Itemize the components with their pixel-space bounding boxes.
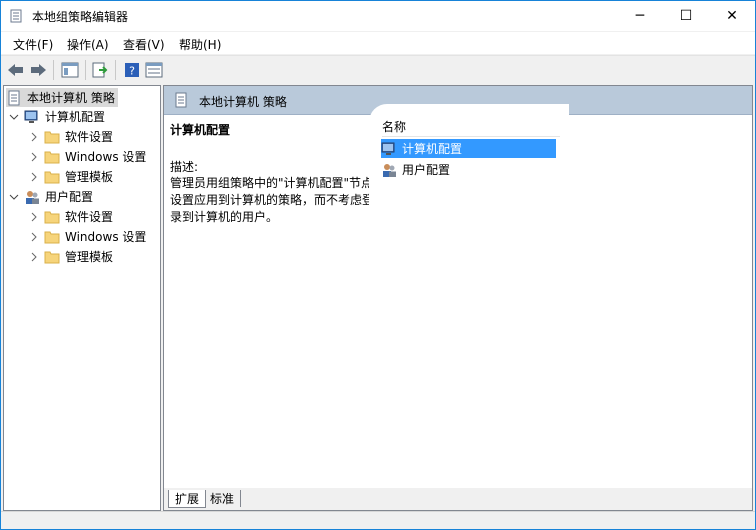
maximize-button[interactable]: ☐ (663, 1, 709, 31)
details-header-title: 本地计算机 策略 (199, 95, 287, 109)
computer-icon (381, 141, 397, 157)
view-tabs: 扩展 标准 (164, 488, 752, 510)
items-list: 名称 计算机配置 用户配置 (369, 104, 569, 424)
tree-item-label: Windows 设置 (65, 230, 147, 244)
app-window: 本地组策略编辑器 ─ ☐ ✕ 文件(F) 操作(A) 查看(V) 帮助(H) ?… (0, 0, 756, 530)
column-header-name[interactable]: 名称 (382, 118, 406, 135)
toolbar-separator (85, 60, 86, 80)
toolbar-separator (53, 60, 54, 80)
list-item-user-config[interactable]: 用户配置 (381, 160, 556, 179)
tree-pane: 本地计算机 策略 计算机配置 软件设置 Windows 设置 管理模板 用户配置… (3, 85, 161, 511)
tree-item-software-settings[interactable]: 软件设置 (28, 207, 113, 226)
tree-item-admin-templates[interactable]: 管理模板 (28, 247, 113, 266)
tree-item-label: 软件设置 (65, 130, 114, 144)
folder-icon (44, 169, 60, 185)
close-button[interactable]: ✕ (709, 1, 755, 31)
chevron-down-icon[interactable] (8, 111, 20, 123)
toolbar-separator (115, 60, 116, 80)
close-icon: ✕ (726, 8, 738, 24)
selected-item-title: 计算机配置 (170, 123, 231, 137)
folder-icon (44, 209, 60, 225)
tree-item-label: 用户配置 (45, 190, 94, 204)
users-icon (381, 162, 397, 178)
menu-action[interactable]: 操作(A) (67, 36, 109, 53)
minimize-button[interactable]: ─ (617, 1, 663, 31)
chevron-right-icon[interactable] (28, 131, 40, 143)
column-divider (382, 136, 560, 137)
folder-icon (44, 249, 60, 265)
description-label: 描述: (170, 160, 199, 174)
tree-item-windows-settings[interactable]: Windows 设置 (28, 147, 146, 166)
tree-item-label: Windows 设置 (65, 150, 147, 164)
folder-icon (44, 129, 60, 145)
menu-help[interactable]: 帮助(H) (179, 36, 221, 53)
show-hide-tree-icon[interactable] (61, 61, 79, 79)
tree-item-admin-templates[interactable]: 管理模板 (28, 167, 113, 186)
title-bar[interactable]: 本地组策略编辑器 ─ ☐ ✕ (1, 1, 755, 31)
policy-editor-app-icon (9, 9, 23, 23)
tab-extended[interactable]: 扩展 (168, 490, 207, 508)
chevron-right-icon[interactable] (28, 211, 40, 223)
chevron-right-icon[interactable] (28, 251, 40, 263)
list-item-label: 用户配置 (402, 163, 451, 177)
list-item-label: 计算机配置 (402, 142, 463, 156)
export-list-icon[interactable] (91, 61, 109, 79)
tab-standard[interactable]: 标准 (204, 490, 242, 507)
tree-item-windows-settings[interactable]: Windows 设置 (28, 227, 146, 246)
folder-icon (44, 149, 60, 165)
menu-view[interactable]: 查看(V) (123, 36, 165, 53)
chevron-right-icon[interactable] (28, 231, 40, 243)
toolbar: ? (1, 55, 755, 84)
tree-root-label: 本地计算机 策略 (27, 91, 115, 105)
chevron-right-icon[interactable] (28, 171, 40, 183)
tree-item-user-config[interactable]: 用户配置 (8, 187, 93, 206)
details-pane: 本地计算机 策略 计算机配置 描述: 管理员用组策略中的"计算机配置"节点设置应… (163, 85, 753, 511)
properties-icon[interactable] (145, 61, 163, 79)
minimize-icon: ─ (635, 8, 645, 24)
svg-text:?: ? (129, 65, 135, 78)
policy-document-icon (6, 90, 22, 106)
list-item-computer-config[interactable]: 计算机配置 (381, 139, 556, 158)
tree-item-label: 管理模板 (65, 170, 114, 184)
menu-file[interactable]: 文件(F) (13, 36, 53, 53)
chevron-right-icon[interactable] (28, 151, 40, 163)
tree-item-label: 软件设置 (65, 210, 114, 224)
policy-document-icon (174, 92, 190, 108)
tree-item-software-settings[interactable]: 软件设置 (28, 127, 113, 146)
forward-icon[interactable] (29, 61, 47, 79)
tree-root-local-computer-policy[interactable]: 本地计算机 策略 (6, 88, 118, 107)
tree-item-label: 管理模板 (65, 250, 114, 264)
help-icon[interactable]: ? (123, 61, 141, 79)
status-bar (1, 511, 755, 529)
tree-item-computer-config[interactable]: 计算机配置 (8, 107, 105, 126)
computer-icon (24, 109, 40, 125)
chevron-down-icon[interactable] (8, 191, 20, 203)
folder-icon (44, 229, 60, 245)
back-icon[interactable] (7, 61, 25, 79)
window-title: 本地组策略编辑器 (32, 10, 129, 24)
tree-item-label: 计算机配置 (45, 110, 106, 124)
description-text: 管理员用组策略中的"计算机配置"节点设置应用到计算机的策略，而不考虑登录到计算机… (170, 176, 375, 224)
menu-bar: 文件(F) 操作(A) 查看(V) 帮助(H) (1, 32, 755, 54)
users-icon (24, 189, 40, 205)
maximize-icon: ☐ (679, 8, 693, 24)
